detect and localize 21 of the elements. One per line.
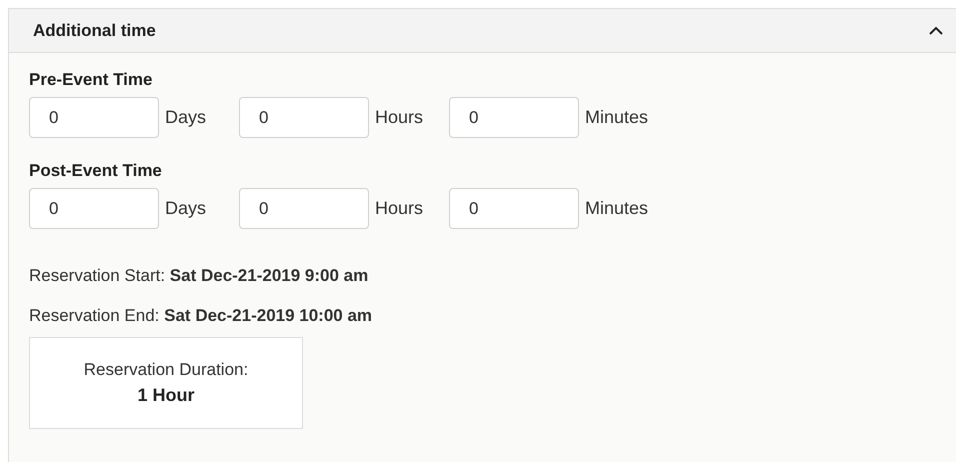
number-input[interactable]: 0 — [29, 97, 159, 138]
panel-title: Additional time — [33, 20, 156, 42]
duration-value: 1 Hour — [137, 384, 194, 408]
chevron-icon[interactable] — [928, 26, 944, 36]
number-input[interactable]: 0 — [29, 188, 159, 229]
unit-label: Days — [165, 106, 208, 129]
panel-header[interactable]: Additional time — [9, 9, 956, 53]
duration-label: Reservation Duration: — [84, 358, 248, 381]
number-input[interactable]: 0 — [239, 97, 369, 138]
unit-label: Hours — [375, 106, 424, 129]
section-title: Pre-Event Time — [29, 69, 154, 91]
reservation-time-text: Reservation Start: Sat Dec-21-2019 9:00 am — [29, 265, 370, 287]
number-input[interactable]: 0 — [239, 188, 369, 229]
unit-label: Minutes — [585, 106, 650, 129]
unit-label: Hours — [375, 197, 424, 220]
number-input[interactable]: 0 — [449, 188, 579, 229]
section-title: Post-Event Time — [29, 160, 163, 182]
reservation-time-text: Reservation End: Sat Dec-21-2019 10:00 am — [29, 305, 374, 327]
unit-label: Minutes — [585, 197, 650, 220]
unit-label: Days — [165, 197, 208, 220]
number-input[interactable]: 0 — [449, 97, 579, 138]
